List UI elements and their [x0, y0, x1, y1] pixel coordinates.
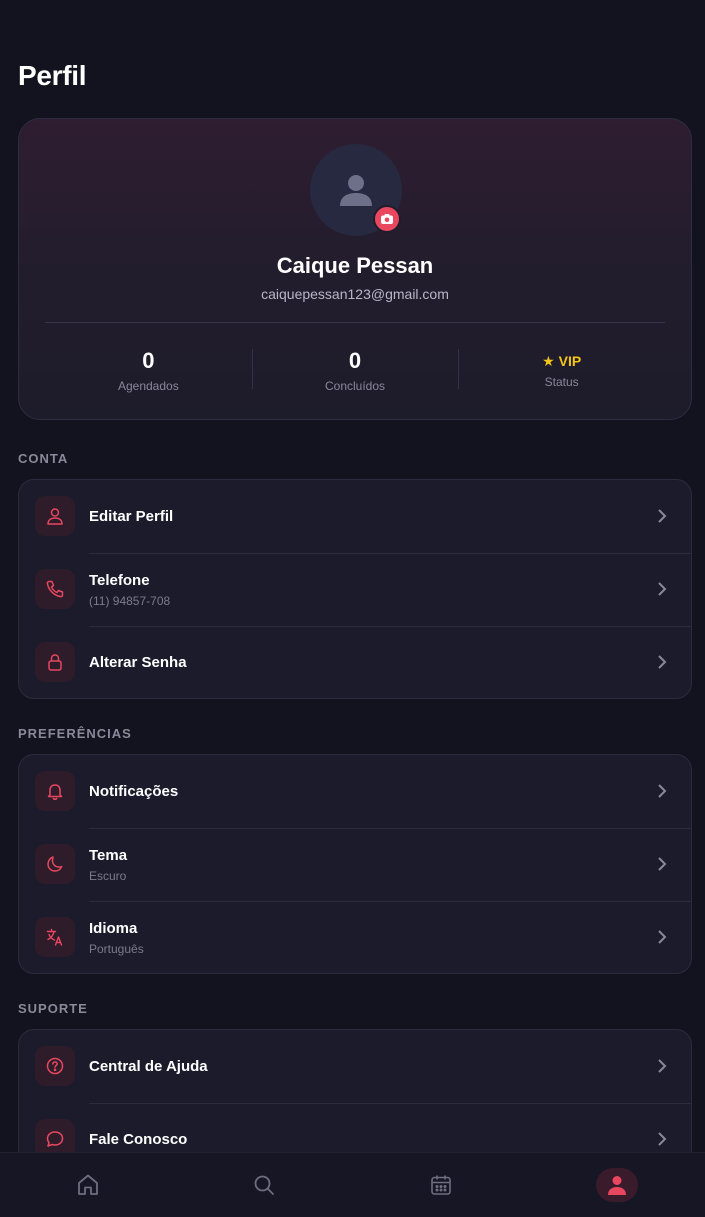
- user-icon: [35, 496, 75, 536]
- chevron-right-icon: [658, 655, 667, 669]
- stat-label: Status: [544, 375, 579, 389]
- menu-item-notificacoes[interactable]: Notificações: [19, 755, 691, 828]
- help-circle-icon: [35, 1046, 75, 1086]
- menu-item-label: Telefone: [89, 571, 150, 589]
- section-title-conta: CONTA: [18, 451, 69, 466]
- chevron-right-icon: [658, 857, 667, 871]
- nav-home[interactable]: [0, 1153, 176, 1217]
- user-placeholder-icon: [340, 175, 372, 206]
- menu-item-label: Alterar Senha: [89, 654, 187, 671]
- search-icon: [254, 1175, 275, 1195]
- page-title: Perfil: [18, 60, 87, 91]
- menu-item-label: Central de Ajuda: [89, 1058, 208, 1075]
- chevron-right-icon: [658, 509, 667, 523]
- menu-item-editar-perfil[interactable]: Editar Perfil: [19, 480, 691, 553]
- user-email: caiquepessan123@gmail.com: [261, 286, 449, 302]
- change-photo-button[interactable]: [373, 205, 401, 233]
- section-title-suporte: SUPORTE: [18, 1001, 88, 1016]
- menu-item-tema[interactable]: Tema Escuro: [19, 828, 691, 901]
- menu-card-conta: Editar Perfil Telefone (11) 94857-708 Al…: [18, 479, 692, 699]
- chevron-right-icon: [658, 1132, 667, 1146]
- nav-search[interactable]: [176, 1153, 352, 1217]
- divider: [45, 322, 665, 323]
- profile-card: Caique Pessan caiquepessan123@gmail.com …: [18, 118, 692, 420]
- user-name: Caique Pessan: [276, 253, 434, 278]
- chevron-right-icon: [658, 582, 667, 596]
- chevron-right-icon: [658, 784, 667, 798]
- phone-icon: [35, 569, 75, 609]
- menu-item-label: Fale Conosco: [89, 1131, 188, 1148]
- menu-item-label: Notificações: [89, 783, 179, 800]
- menu-item-sublabel: (11) 94857-708: [89, 593, 171, 608]
- menu-item-idioma[interactable]: Idioma Português: [19, 901, 691, 973]
- stat-concluidos: 0 Concluídos: [251, 347, 459, 397]
- translate-icon: [35, 917, 75, 957]
- menu-item-sublabel: Escuro: [89, 868, 127, 883]
- stat-status: ★ VIP Status: [458, 347, 665, 397]
- bell-icon: [35, 771, 75, 811]
- stat-label: Concluídos: [324, 379, 386, 393]
- profile-icon: [607, 1176, 626, 1195]
- stat-agendados: 0 Agendados: [45, 347, 252, 397]
- camera-icon: [381, 214, 393, 224]
- nav-active-indicator: [595, 1168, 638, 1202]
- menu-card-preferencias: Notificações Tema Escuro Idioma Portuguê…: [18, 754, 692, 974]
- menu-item-alterar-senha[interactable]: Alterar Senha: [19, 626, 691, 698]
- menu-item-telefone[interactable]: Telefone (11) 94857-708: [19, 553, 691, 626]
- menu-item-label: Idioma: [89, 919, 138, 937]
- stat-value: 0: [142, 348, 155, 373]
- menu-item-sublabel: Português: [89, 941, 144, 956]
- vip-badge: ★ VIP: [542, 353, 582, 369]
- stat-value: 0: [348, 348, 362, 373]
- menu-item-label: Tema: [89, 846, 128, 864]
- menu-item-label: Editar Perfil: [89, 508, 174, 525]
- section-title-preferencias: PREFERÊNCIAS: [18, 726, 132, 741]
- nav-calendar[interactable]: [353, 1153, 529, 1217]
- menu-item-central-de-ajuda[interactable]: Central de Ajuda: [19, 1030, 691, 1103]
- lock-icon: [35, 642, 75, 682]
- moon-icon: [35, 844, 75, 884]
- home-icon: [78, 1174, 99, 1195]
- stat-label: Agendados: [117, 379, 179, 393]
- chevron-right-icon: [658, 1059, 667, 1073]
- chevron-right-icon: [658, 930, 667, 944]
- calendar-icon: [430, 1175, 451, 1195]
- stats-row: 0 Agendados 0 Concluídos ★ VIP Status: [45, 347, 665, 397]
- bottom-nav: [0, 1152, 705, 1217]
- nav-profile[interactable]: [529, 1153, 705, 1217]
